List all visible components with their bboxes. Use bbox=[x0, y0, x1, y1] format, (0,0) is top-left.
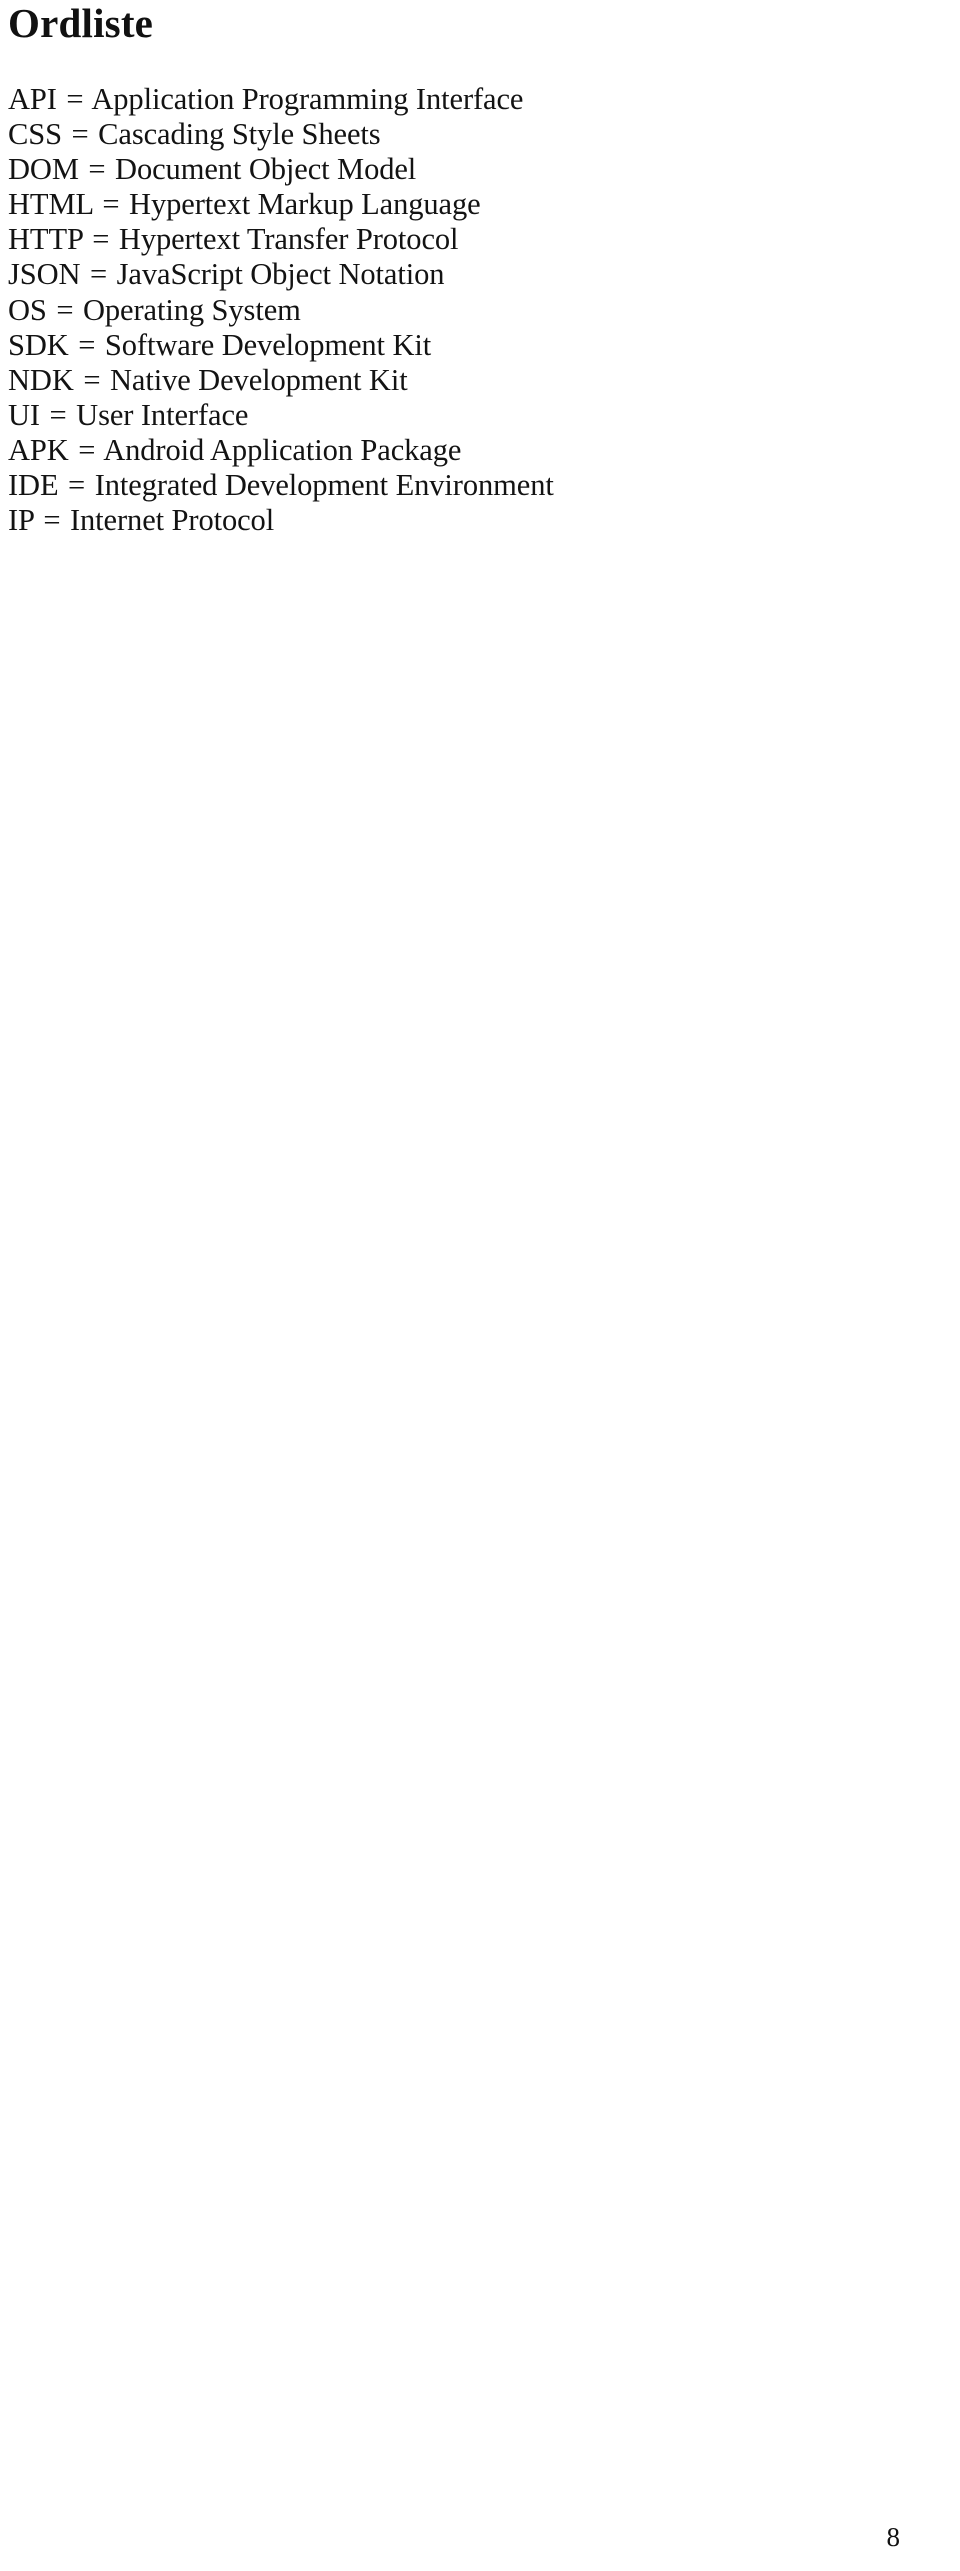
glossary-entry: APK = Android Application Package bbox=[8, 433, 952, 468]
glossary-term: JSON bbox=[8, 257, 81, 292]
page-title: Ordliste bbox=[8, 0, 154, 46]
glossary-definition: Application Programming Interface bbox=[91, 82, 524, 116]
glossary-term: HTTP bbox=[8, 222, 83, 257]
glossary-definition: Operating System bbox=[82, 292, 301, 327]
glossary-definition: Android Application Package bbox=[103, 432, 462, 467]
equals-separator: = bbox=[66, 82, 84, 116]
page-content: Ordliste API = Application Programming I… bbox=[8, 0, 952, 538]
equals-separator: = bbox=[78, 327, 96, 362]
glossary-definition: Software Development Kit bbox=[104, 327, 432, 362]
glossary-entry: JSON = JavaScript Object Notation bbox=[8, 257, 952, 292]
glossary-entry: CSS = Cascading Style Sheets bbox=[8, 117, 952, 152]
equals-separator: = bbox=[49, 397, 67, 432]
glossary-entry: IDE = Integrated Development Environment bbox=[8, 468, 952, 503]
glossary-list: API = Application Programming Interface C… bbox=[8, 82, 952, 538]
equals-separator: = bbox=[78, 432, 96, 467]
glossary-term: CSS bbox=[8, 117, 62, 152]
equals-separator: = bbox=[56, 292, 74, 327]
glossary-definition: JavaScript Object Notation bbox=[116, 257, 445, 292]
glossary-definition: Internet Protocol bbox=[69, 503, 275, 538]
glossary-entry: SDK = Software Development Kit bbox=[8, 328, 952, 363]
equals-separator: = bbox=[68, 468, 86, 503]
glossary-term: UI bbox=[8, 397, 40, 432]
glossary-entry: DOM = Document Object Model bbox=[8, 152, 952, 187]
glossary-entry: OS = Operating System bbox=[8, 293, 952, 328]
glossary-term: IDE bbox=[8, 468, 59, 503]
glossary-entry: IP = Internet Protocol bbox=[8, 503, 952, 538]
glossary-term: IP bbox=[8, 503, 34, 538]
glossary-definition: Integrated Development Environment bbox=[94, 468, 554, 503]
document-page: Ordliste API = Application Programming I… bbox=[0, 0, 960, 2571]
glossary-term: SDK bbox=[8, 327, 69, 362]
glossary-term: APK bbox=[8, 432, 69, 467]
equals-separator: = bbox=[90, 257, 108, 292]
page-number: 8 bbox=[886, 2522, 901, 2552]
glossary-term: NDK bbox=[8, 362, 74, 397]
glossary-definition: Hypertext Markup Language bbox=[129, 187, 481, 222]
glossary-entry: HTTP = Hypertext Transfer Protocol bbox=[8, 222, 952, 257]
glossary-entry: NDK = Native Development Kit bbox=[8, 363, 952, 398]
equals-separator: = bbox=[71, 117, 89, 152]
glossary-definition: Native Development Kit bbox=[109, 362, 408, 397]
glossary-term: OS bbox=[8, 292, 47, 327]
glossary-entry: API = Application Programming Interface bbox=[8, 82, 952, 117]
equals-separator: = bbox=[88, 152, 106, 187]
equals-separator: = bbox=[102, 187, 120, 222]
equals-separator: = bbox=[83, 362, 101, 397]
glossary-entry: HTML = Hypertext Markup Language bbox=[8, 187, 952, 222]
glossary-entry: UI = User Interface bbox=[8, 398, 952, 433]
glossary-definition: Cascading Style Sheets bbox=[98, 117, 381, 152]
glossary-definition: Hypertext Transfer Protocol bbox=[118, 222, 459, 257]
glossary-definition: Document Object Model bbox=[115, 152, 417, 187]
equals-separator: = bbox=[43, 503, 61, 538]
glossary-term: HTML bbox=[8, 187, 93, 222]
glossary-definition: User Interface bbox=[76, 397, 249, 432]
glossary-term: API bbox=[8, 82, 57, 116]
glossary-term: DOM bbox=[8, 152, 79, 187]
equals-separator: = bbox=[92, 222, 110, 257]
